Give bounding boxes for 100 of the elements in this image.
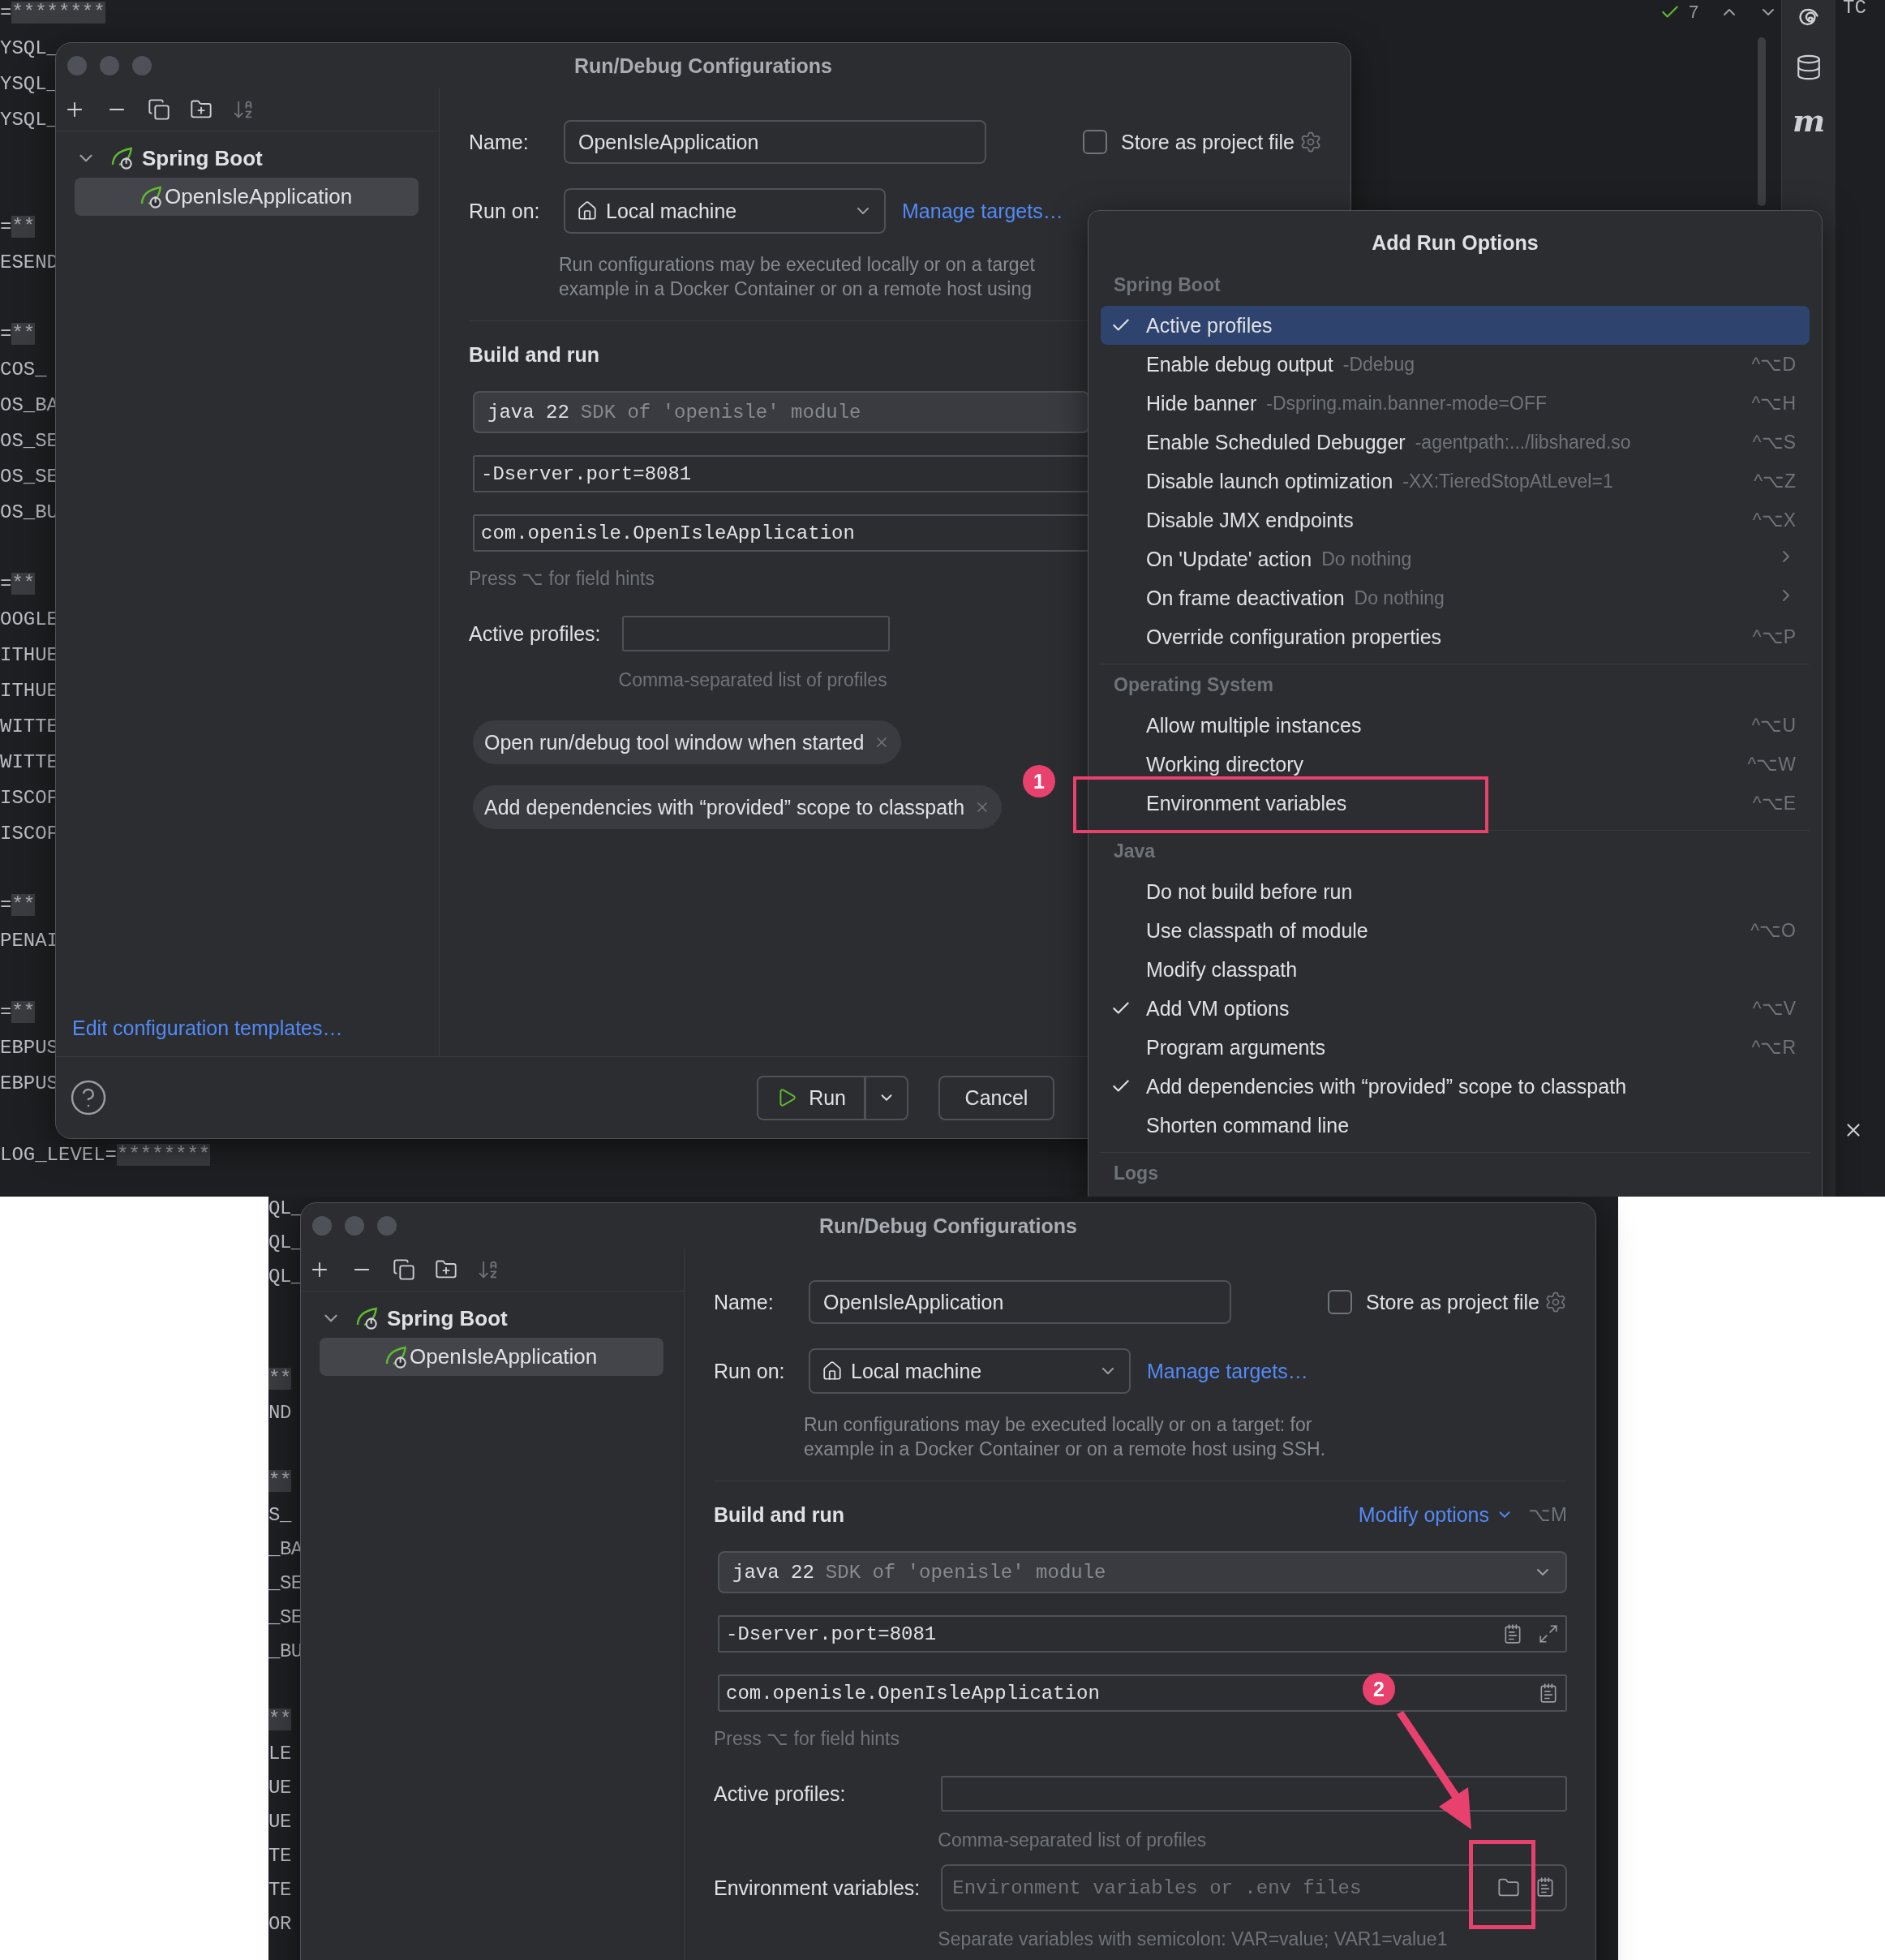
manage-targets-link[interactable]: Manage targets… bbox=[902, 199, 1063, 223]
shortcut-text: ⌥M bbox=[1528, 1503, 1567, 1526]
menu-item[interactable]: Add VM options ^⌥V bbox=[1101, 989, 1810, 1028]
window-title: Run/Debug Configurations bbox=[819, 1214, 1077, 1238]
tree-group-label[interactable]: Spring Boot bbox=[387, 1305, 508, 1331]
tree-group-label[interactable]: Spring Boot bbox=[142, 145, 263, 171]
field-label: Name: bbox=[714, 1290, 775, 1314]
shortcut-text: ^⌥D bbox=[1751, 353, 1796, 376]
shortcut-text: ^⌥X bbox=[1752, 509, 1796, 531]
templates-link[interactable]: Edit configuration templates… bbox=[56, 1017, 343, 1056]
tree-item[interactable]: OpenIsleApplication bbox=[320, 1338, 663, 1376]
tool-window-label[interactable]: m bbox=[1792, 101, 1826, 141]
menu-item[interactable]: Override configuration properties ^⌥P bbox=[1101, 617, 1810, 656]
copy-icon[interactable] bbox=[148, 98, 170, 121]
tree-item[interactable]: OpenIsleApplication bbox=[75, 178, 419, 216]
main-class-field[interactable]: com.openisle.OpenIsleApplication bbox=[473, 514, 1089, 552]
code-line: QL_ bbox=[268, 1197, 303, 1221]
menu-item[interactable]: Add dependencies with “provided” scope to classpath bbox=[1101, 1067, 1810, 1106]
code-line: TE bbox=[268, 1844, 291, 1868]
hint-text: Press ⌥ for field hints bbox=[714, 1727, 900, 1751]
cancel-button[interactable]: Cancel bbox=[938, 1075, 1054, 1120]
menu-item[interactable]: Use classpath of module ^⌥O bbox=[1101, 911, 1810, 950]
copy-icon[interactable] bbox=[393, 1258, 415, 1281]
menu-item[interactable]: Shorten command line bbox=[1101, 1106, 1810, 1145]
menu-item[interactable]: Disable JMX endpoints ^⌥X bbox=[1101, 501, 1810, 539]
field-label: Run on: bbox=[714, 1359, 786, 1383]
hint-text: Press ⌥ for field hints bbox=[469, 567, 655, 591]
shortcut-text: ^⌥U bbox=[1751, 714, 1796, 737]
shortcut-text: ^⌥V bbox=[1752, 997, 1796, 1020]
menu-item[interactable]: Hide banner -Dspring.main.banner-mode=OFF ^⌥H bbox=[1101, 384, 1810, 423]
code-line: YSQL_ bbox=[0, 37, 58, 61]
menu-item[interactable]: Disable launch optimization -XX:TieredStopAtLevel=1 ^⌥Z bbox=[1101, 462, 1810, 501]
code-line: ITHUE bbox=[0, 643, 58, 668]
section-heading: Build and run bbox=[714, 1502, 845, 1527]
checkbox[interactable] bbox=[1083, 130, 1107, 154]
code-line: WITTE bbox=[0, 715, 58, 739]
manage-targets-link[interactable]: Manage targets… bbox=[1147, 1359, 1308, 1383]
menu-item[interactable]: Enable Scheduled Debugger -agentpath:.../libshared.so ^⌥S bbox=[1101, 423, 1810, 462]
code-line: PENAI bbox=[0, 929, 58, 953]
field-label: Active profiles: bbox=[469, 621, 601, 646]
code-line: OS_BA bbox=[0, 393, 58, 418]
run-target-dropdown[interactable]: Local machine bbox=[564, 188, 886, 234]
code-line: OS_SE bbox=[0, 465, 58, 489]
house-icon bbox=[577, 200, 598, 221]
code-line: =** bbox=[0, 893, 36, 918]
field-label: Name: bbox=[469, 130, 530, 154]
menu-item[interactable]: Modify classpath bbox=[1101, 950, 1810, 989]
sdk-dropdown[interactable]: java 22 SDK of 'openisle' module bbox=[473, 391, 1089, 433]
shortcut-text: ^⌥P bbox=[1752, 625, 1796, 648]
code-line: _SE bbox=[268, 1605, 303, 1630]
checkbox[interactable] bbox=[1328, 1290, 1352, 1314]
database-icon[interactable] bbox=[1795, 54, 1823, 81]
hint-text: Separate variables with semicolon: VAR=value; VAR1=value1 bbox=[938, 1928, 1448, 1951]
run-button[interactable]: Run bbox=[757, 1075, 865, 1120]
settings-icon[interactable] bbox=[1299, 131, 1322, 153]
shortcut-text: ^⌥H bbox=[1751, 392, 1796, 415]
option-hint: -agentpath:.../libshared.so bbox=[1415, 431, 1631, 453]
menu-title: Add Run Options bbox=[1371, 230, 1539, 256]
vm-options-field[interactable]: -Dserver.port=8081 bbox=[473, 455, 1089, 492]
sdk-dropdown[interactable]: java 22 SDK of 'openisle' module bbox=[718, 1551, 1567, 1593]
code-line: COS_ bbox=[0, 358, 47, 382]
expand-icon[interactable] bbox=[1538, 1623, 1559, 1644]
checkbox-label: Store as project file bbox=[1366, 1290, 1539, 1314]
code-line: =******** bbox=[0, 1, 105, 25]
code-line: LOG_LEVEL=******** bbox=[0, 1143, 211, 1167]
profiles-field[interactable] bbox=[621, 616, 890, 651]
menu-section-title: Spring Boot bbox=[1113, 273, 1222, 297]
field-label: Environment variables: bbox=[714, 1876, 921, 1900]
shortcut-text: ^⌥S bbox=[1752, 431, 1796, 453]
run-target-dropdown[interactable]: Local machine bbox=[809, 1348, 1131, 1394]
code-line: LE bbox=[268, 1742, 291, 1766]
scrollbar[interactable] bbox=[1758, 37, 1766, 206]
code-line: OR bbox=[268, 1912, 291, 1936]
settings-icon[interactable] bbox=[1544, 1291, 1567, 1313]
option-hint: -XX:TieredStopAtLevel=1 bbox=[1402, 470, 1613, 492]
modify-options-link[interactable]: Modify options bbox=[1358, 1502, 1514, 1527]
checkbox-label: Store as project file bbox=[1121, 130, 1295, 154]
menu-item[interactable]: Program arguments ^⌥R bbox=[1101, 1028, 1810, 1067]
code-line: EBPUS bbox=[0, 1036, 58, 1060]
code-line: =** bbox=[0, 215, 36, 239]
profiles-field[interactable] bbox=[941, 1776, 1567, 1812]
option-hint: -Ddebug bbox=[1342, 353, 1415, 376]
menu-item[interactable]: Active profiles bbox=[1101, 306, 1810, 345]
menu-item[interactable]: Allow multiple instances ^⌥U bbox=[1101, 706, 1810, 745]
code-line: TC bbox=[1843, 0, 1866, 19]
code-line: ND bbox=[268, 1401, 291, 1425]
help-button[interactable] bbox=[69, 1078, 108, 1117]
code-line: ITHUE bbox=[0, 679, 58, 703]
option-hint: Do nothing bbox=[1321, 548, 1412, 570]
vm-options-field[interactable]: -Dserver.port=8081 bbox=[718, 1615, 1567, 1653]
menu-item[interactable]: On 'Update' action Do nothing bbox=[1101, 539, 1810, 578]
menu-item[interactable]: On frame deactivation Do nothing bbox=[1101, 578, 1810, 617]
menu-item[interactable]: Environment variables ^⌥E bbox=[1101, 784, 1810, 823]
option-hint: -Dspring.main.banner-mode=OFF bbox=[1266, 392, 1547, 415]
menu-item[interactable]: Enable debug output -Ddebug ^⌥D bbox=[1101, 345, 1810, 384]
name-field[interactable]: OpenIsleApplication bbox=[564, 120, 986, 164]
shortcut-text: ^⌥O bbox=[1750, 919, 1796, 942]
name-field[interactable]: OpenIsleApplication bbox=[809, 1280, 1231, 1324]
menu-item[interactable]: Do not build before run bbox=[1101, 872, 1810, 911]
description-text: Run configurations may be executed locally or on a target: for example in a Docker Container or on a remote host using SSH. bbox=[804, 1413, 1326, 1461]
